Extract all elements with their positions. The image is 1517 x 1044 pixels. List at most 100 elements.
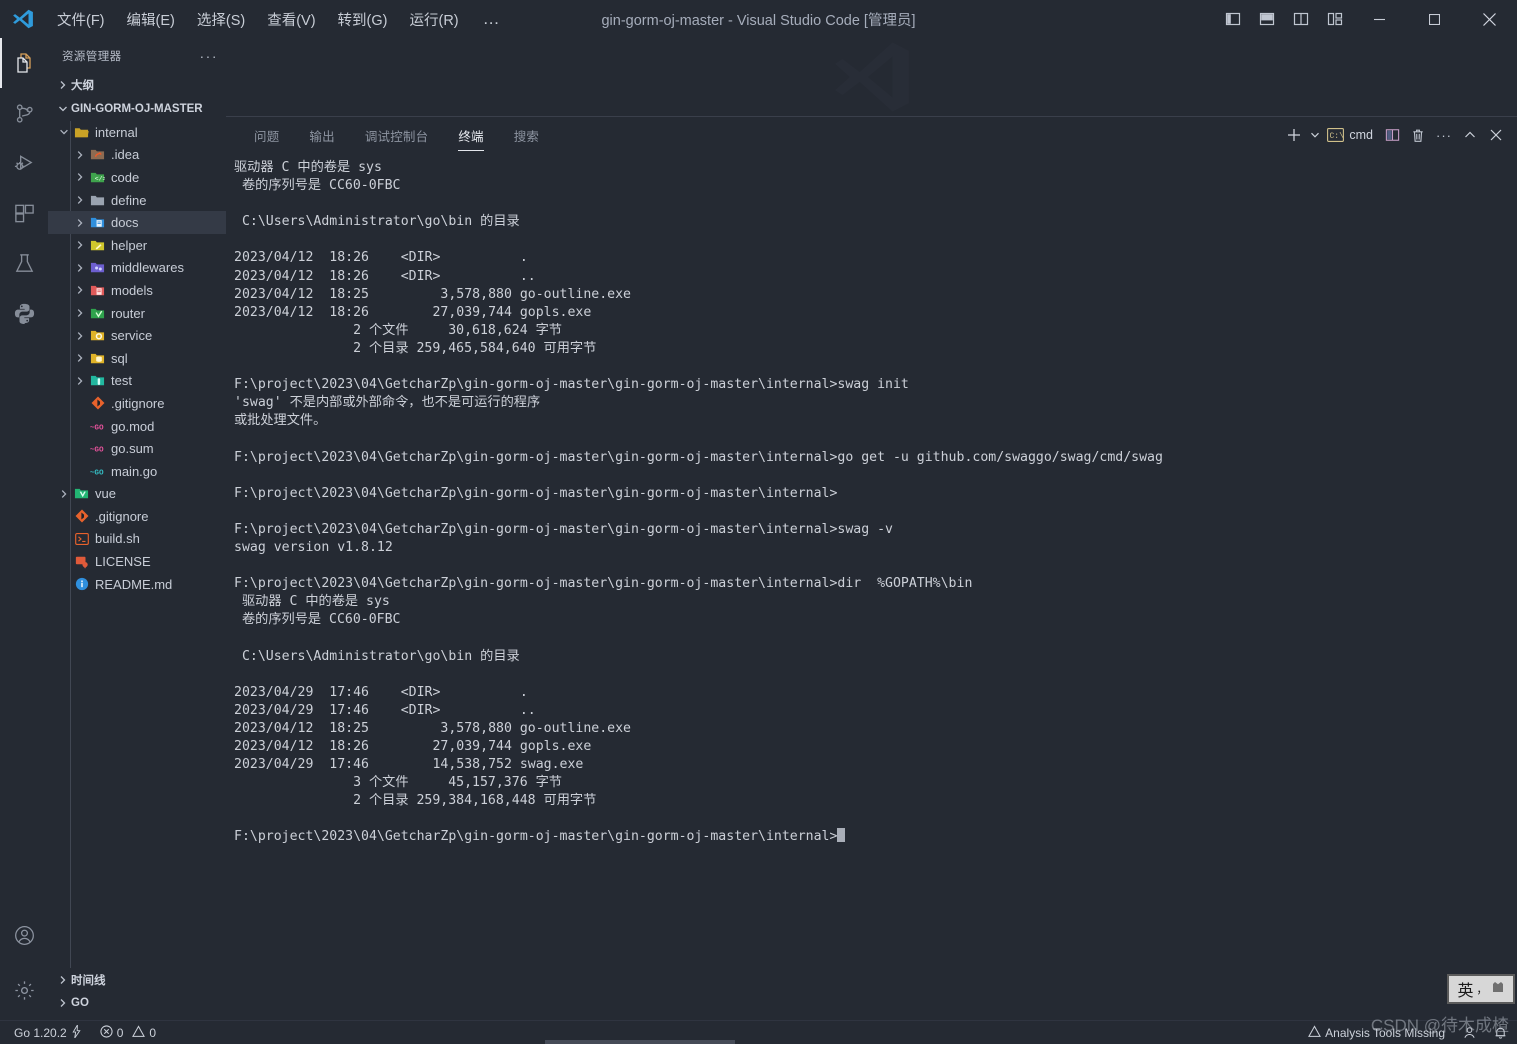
menu-go[interactable]: 转到(G)	[327, 5, 399, 34]
tree-item-router[interactable]: router	[48, 302, 226, 325]
toggle-secondary-sidebar-icon[interactable]	[1284, 0, 1318, 38]
tree-item-vue[interactable]: vue	[48, 483, 226, 506]
sidebar-title: 资源管理器	[62, 50, 122, 63]
tree-item-internal[interactable]: internal	[48, 121, 226, 144]
new-terminal-icon[interactable]	[1281, 117, 1307, 153]
status-notifications-icon[interactable]	[1485, 1021, 1517, 1044]
terminal-line: C:\Users\Administrator\go\bin 的目录	[234, 214, 520, 230]
sidebar-item-timeline[interactable]: 时间线	[48, 968, 226, 991]
tree-item-go-sum[interactable]: ~GO go.sum	[48, 437, 226, 460]
error-count: 0	[116, 1025, 124, 1040]
sidebar-more-icon[interactable]: ···	[200, 49, 219, 63]
tab-search[interactable]: 搜索	[504, 117, 549, 153]
tree-item-label: go.mod	[111, 418, 155, 434]
ime-punctuation-icon[interactable]: ，	[1477, 981, 1488, 997]
terminal-output[interactable]: 驱动器 C 中的卷是 sys 卷的序列号是 CC60-0FBC C:\Users…	[226, 153, 1517, 1020]
tab-debug-console[interactable]: 调试控制台	[355, 117, 439, 153]
ime-toolbar[interactable]: 英 ，	[1447, 974, 1515, 1004]
tree-item-helper[interactable]: helper	[48, 234, 226, 257]
section-project-label: GIN-GORM-OJ-MASTER	[71, 103, 203, 115]
customize-layout-icon[interactable]	[1318, 0, 1352, 38]
tree-item--idea[interactable]: .idea	[48, 144, 226, 167]
tree-item--gitignore[interactable]: .gitignore	[48, 392, 226, 415]
activitybar-item-testing[interactable]	[0, 238, 48, 288]
menu-selection[interactable]: 选择(S)	[186, 5, 256, 34]
status-account-icon[interactable]	[1454, 1021, 1485, 1044]
tree-item-license[interactable]: LICENSE	[48, 550, 226, 573]
vscode-logo-watermark-icon	[834, 42, 909, 112]
tree-item-docs[interactable]: docs	[48, 211, 226, 234]
menu-view[interactable]: 查看(V)	[256, 5, 326, 34]
warning-icon	[132, 1024, 146, 1041]
activitybar-item-manage[interactable]	[0, 960, 48, 1020]
activitybar-item-accounts[interactable]	[0, 910, 48, 960]
toggle-panel-icon[interactable]	[1250, 0, 1284, 38]
menu-run[interactable]: 运行(R)	[398, 5, 469, 34]
activitybar-item-source-control[interactable]	[0, 88, 48, 138]
tree-item-readme-md[interactable]: README.md	[48, 573, 226, 596]
status-analysis-tools-missing[interactable]: Analysis Tools Missing	[1299, 1021, 1454, 1044]
activitybar-item-python[interactable]	[0, 288, 48, 338]
section-outline[interactable]: 大纲	[48, 73, 226, 97]
menu-file[interactable]: 文件(F)	[46, 5, 116, 34]
menu-edit[interactable]: 编辑(E)	[116, 5, 186, 34]
folder-models-icon	[88, 283, 107, 298]
activity-bar	[0, 38, 48, 1020]
terminal-shell-selector[interactable]: C:\ cmd	[1323, 117, 1379, 153]
panel-tab-bar: 问题 输出 调试控制台 终端 搜索 C:\ cmd ···	[226, 117, 1517, 153]
toggle-primary-sidebar-icon[interactable]	[1216, 0, 1250, 38]
tree-item-label: README.md	[95, 576, 173, 592]
analysis-tools-missing-label: Analysis Tools Missing	[1325, 1025, 1445, 1040]
horizontal-scrollbar[interactable]	[545, 1040, 735, 1044]
sidebar-item-go[interactable]: GO	[48, 991, 226, 1014]
tree-item-service[interactable]: service	[48, 324, 226, 347]
go-view-label: GO	[71, 996, 89, 1009]
vscode-window: 文件(F) 编辑(E) 选择(S) 查看(V) 转到(G) 运行(R) … gi…	[0, 0, 1517, 1044]
tree-item-label: models	[111, 282, 153, 298]
tree-item-models[interactable]: models	[48, 279, 226, 302]
chevron-right-icon	[72, 285, 88, 295]
new-terminal-dropdown-icon[interactable]	[1307, 117, 1323, 153]
terminal-line: 卷的序列号是 CC60-0FBC	[234, 178, 401, 194]
close-panel-icon[interactable]	[1483, 117, 1509, 153]
tree-item-code[interactable]: </> code	[48, 166, 226, 189]
tree-item-middlewares[interactable]: middlewares	[48, 257, 226, 280]
ime-tool-icon[interactable]	[1491, 980, 1505, 999]
tree-item-test[interactable]: test	[48, 370, 226, 393]
split-terminal-icon[interactable]	[1379, 117, 1405, 153]
tree-item--gitignore[interactable]: .gitignore	[48, 505, 226, 528]
tree-item-sql[interactable]: sql	[48, 347, 226, 370]
tree-item-build-sh[interactable]: build.sh	[48, 528, 226, 551]
tab-problems[interactable]: 问题	[244, 117, 289, 153]
tree-item-go-mod[interactable]: ~GO go.mod	[48, 415, 226, 438]
minimize-button[interactable]	[1352, 0, 1407, 38]
git-icon	[88, 396, 107, 410]
status-go-version[interactable]: Go 1.20.2	[0, 1021, 91, 1044]
activitybar-item-run-and-debug[interactable]	[0, 138, 48, 188]
activitybar-item-extensions[interactable]	[0, 188, 48, 238]
kill-terminal-icon[interactable]	[1405, 117, 1431, 153]
activitybar-item-explorer[interactable]	[0, 38, 48, 88]
chevron-right-icon	[72, 240, 88, 250]
tree-item-define[interactable]: define	[48, 189, 226, 212]
tab-output[interactable]: 输出	[299, 117, 344, 153]
close-button[interactable]	[1462, 0, 1517, 38]
tab-terminal[interactable]: 终端	[448, 117, 493, 153]
menu-overflow-icon[interactable]: …	[470, 10, 515, 27]
panel-more-icon[interactable]: ···	[1431, 117, 1457, 153]
terminal-line: F:\project\2023\04\GetcharZp\gin-gorm-oj…	[234, 521, 893, 537]
maximize-panel-icon[interactable]	[1457, 117, 1483, 153]
tree-item-label: LICENSE	[95, 554, 151, 570]
section-project[interactable]: GIN-GORM-OJ-MASTER	[48, 97, 226, 121]
status-problems[interactable]: 0 0	[91, 1021, 165, 1044]
terminal-line: 2023/04/12 18:26 27,039,744 gopls.exe	[234, 739, 592, 754]
tree-item-main-go[interactable]: ~GO main.go	[48, 460, 226, 483]
ime-mode-label[interactable]: 英	[1457, 977, 1473, 1001]
terminal-line: 或批处理文件。	[234, 413, 327, 429]
maximize-button[interactable]	[1407, 0, 1462, 38]
